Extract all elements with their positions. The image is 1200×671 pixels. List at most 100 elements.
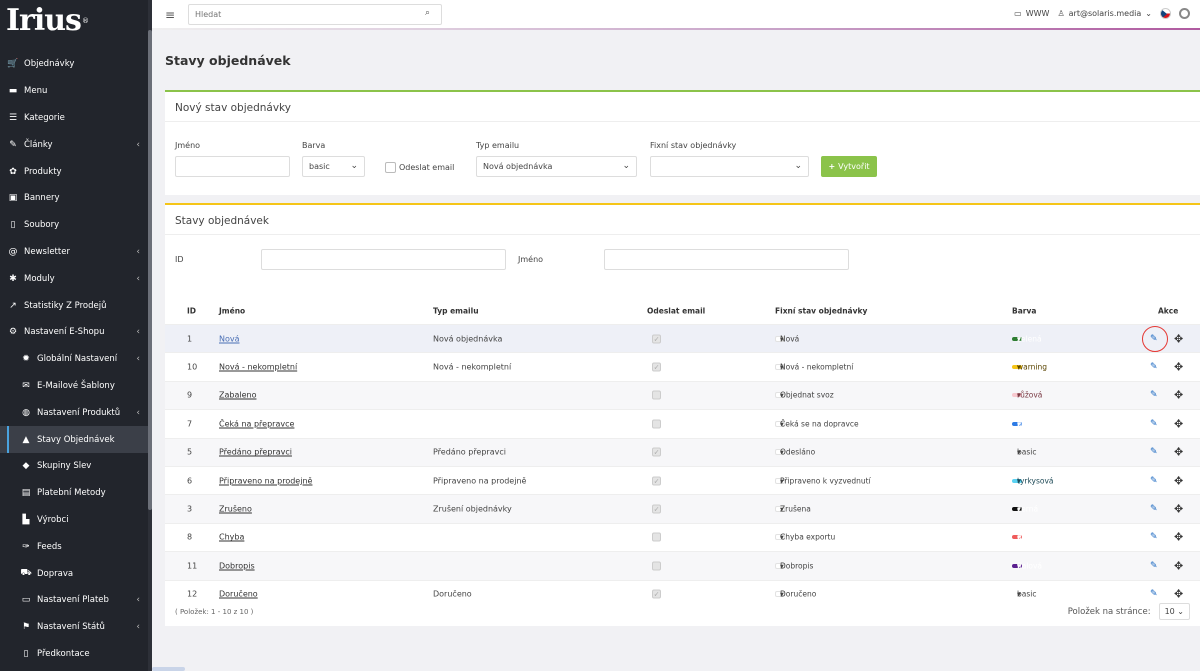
row-name-link[interactable]: Dobropis xyxy=(219,561,255,570)
filter-id-input[interactable] xyxy=(261,249,506,270)
edit-icon[interactable]: ✎ xyxy=(1150,419,1158,429)
sidebar-item[interactable]: 🛒 Objednávky xyxy=(0,51,152,78)
col-email-type[interactable]: Typ emailu xyxy=(433,307,479,316)
sidebar-item[interactable]: ▙ Výrobci xyxy=(0,507,152,534)
edit-icon[interactable]: ✎ xyxy=(1150,390,1158,400)
sidebar-item[interactable]: @ Newsletter ‹ xyxy=(0,239,152,266)
row-fixed-state-dropdown[interactable]: Doručeno ▾ xyxy=(775,590,816,599)
row-color-badge[interactable]: basic ▾ xyxy=(1012,448,1036,457)
row-fixed-state-dropdown[interactable]: Nová ▾ xyxy=(775,334,799,343)
row-fixed-state-dropdown[interactable]: Objednat svoz ▾ xyxy=(775,391,834,400)
sidebar-item[interactable]: ✎ Články ‹ xyxy=(0,131,152,158)
row-send-email-checkbox[interactable] xyxy=(652,419,661,429)
row-fixed-state-dropdown[interactable]: Chyba exportu ▾ xyxy=(775,533,835,542)
edit-icon[interactable]: ✎ xyxy=(1150,589,1158,599)
sidebar-item[interactable]: ▬ Menu xyxy=(0,78,152,105)
sidebar-item[interactable]: ◆ Skupiny Slev xyxy=(0,453,152,480)
sidebar-item[interactable]: ☰ Kategorie xyxy=(0,105,152,132)
row-send-email-checkbox[interactable] xyxy=(652,589,661,599)
col-send-email[interactable]: Odeslat email xyxy=(647,307,705,316)
edit-icon[interactable]: ✎ xyxy=(1150,532,1158,542)
edit-icon[interactable]: ✎ xyxy=(1150,447,1158,457)
settings-icon[interactable] xyxy=(1179,8,1190,19)
row-fixed-state-dropdown[interactable]: Čeká se na dopravce ▾ xyxy=(775,419,859,428)
move-icon[interactable]: ✥ xyxy=(1174,588,1183,601)
col-name[interactable]: Jméno xyxy=(219,307,245,316)
sidebar-item[interactable]: ✿ Produkty xyxy=(0,158,152,185)
move-icon[interactable]: ✥ xyxy=(1174,389,1183,402)
sidebar-item[interactable]: ⚙ Nastavení E-Shopu ‹ xyxy=(0,319,152,346)
edit-icon[interactable]: ✎ xyxy=(1150,561,1158,571)
row-send-email-checkbox[interactable] xyxy=(652,504,661,514)
row-name-link[interactable]: Čeká na přepravce xyxy=(219,419,294,428)
edit-icon[interactable]: ✎ xyxy=(1150,362,1158,372)
move-icon[interactable]: ✥ xyxy=(1174,332,1183,345)
col-fixed-state[interactable]: Fixní stav objednávky xyxy=(775,307,867,316)
send-email-checkbox[interactable] xyxy=(385,162,396,173)
row-send-email-checkbox[interactable] xyxy=(652,362,661,372)
row-color-badge[interactable]: warning ▾ xyxy=(1012,363,1047,372)
row-send-email-checkbox[interactable] xyxy=(652,447,661,457)
sidebar-item[interactable]: ⚑ Nastavení Států ‹ xyxy=(0,614,152,641)
col-id[interactable]: ID xyxy=(187,307,196,316)
row-fixed-state-dropdown[interactable]: Dobropis ▾ xyxy=(775,561,813,570)
logo[interactable]: Irius ® xyxy=(0,0,152,42)
name-input[interactable] xyxy=(175,156,290,177)
row-color-badge[interactable]: zelená ▾ xyxy=(1012,334,1042,343)
row-color-badge[interactable]: danger ▾ xyxy=(1012,533,1044,542)
row-name-link[interactable]: Zabaleno xyxy=(219,391,256,400)
sidebar-item[interactable]: ▲ Stavy Objednávek xyxy=(0,426,152,453)
create-button[interactable]: + Vytvořit xyxy=(821,156,877,177)
row-fixed-state-dropdown[interactable]: Připraveno k vyzvednutí ▾ xyxy=(775,476,871,485)
row-name-link[interactable]: Doručeno xyxy=(219,590,258,599)
row-send-email-checkbox[interactable] xyxy=(652,390,661,400)
row-name-link[interactable]: Připraveno na prodejně xyxy=(219,476,312,485)
row-name-link[interactable]: Předáno přepravci xyxy=(219,448,292,457)
sidebar-item[interactable]: ▭ Nastavení Plateb ‹ xyxy=(0,587,152,614)
www-link[interactable]: ▭ WWW xyxy=(1014,9,1049,18)
language-flag-icon[interactable] xyxy=(1160,8,1171,19)
row-fixed-state-dropdown[interactable]: Nová - nekompletní ▾ xyxy=(775,363,853,372)
color-select[interactable]: basic ⌄ xyxy=(302,156,365,177)
row-color-badge[interactable]: basic ▾ xyxy=(1012,590,1036,599)
search-icon[interactable]: ⌕ xyxy=(425,8,430,18)
row-color-badge[interactable]: růžová ▾ xyxy=(1012,391,1042,400)
sidebar-item[interactable]: ▤ Platební Metody xyxy=(0,480,152,507)
per-page-select[interactable]: 10 ⌄ xyxy=(1158,603,1190,620)
email-type-select[interactable]: Nová objednávka ⌄ xyxy=(476,156,637,177)
row-send-email-checkbox[interactable] xyxy=(652,561,661,571)
sidebar-item[interactable]: ✱ Moduly ‹ xyxy=(0,265,152,292)
sidebar-item[interactable]: ↗ Statistiky Z Prodejů xyxy=(0,292,152,319)
menu-toggle-icon[interactable]: ≡ xyxy=(165,8,175,22)
row-name-link[interactable]: Chyba xyxy=(219,533,244,542)
sidebar-item[interactable]: ◍ Nastavení Produktů ‹ xyxy=(0,399,152,426)
sidebar-item[interactable]: ▯ Předkontace xyxy=(0,641,152,668)
filter-name-input[interactable] xyxy=(604,249,849,270)
move-icon[interactable]: ✥ xyxy=(1174,503,1183,516)
sidebar-item[interactable]: ▣ Bannery xyxy=(0,185,152,212)
col-color[interactable]: Barva xyxy=(1012,307,1036,316)
edit-icon[interactable]: ✎ xyxy=(1150,504,1158,514)
sidebar-item[interactable]: ▯ Soubory xyxy=(0,212,152,239)
row-color-badge[interactable]: fialová ▾ xyxy=(1012,561,1042,570)
row-name-link[interactable]: Nová xyxy=(219,334,240,343)
horizontal-scrollbar[interactable] xyxy=(152,667,185,671)
row-name-link[interactable]: Nová - nekompletní xyxy=(219,363,297,372)
row-send-email-checkbox[interactable] xyxy=(652,334,661,344)
row-color-badge[interactable]: primary ▾ xyxy=(1012,419,1046,428)
sidebar-item[interactable]: ⛟ Doprava xyxy=(0,560,152,587)
fixed-state-select[interactable]: ⌄ xyxy=(650,156,809,177)
row-color-badge[interactable]: černá ▾ xyxy=(1012,505,1038,514)
row-fixed-state-dropdown[interactable]: Zrušena ▾ xyxy=(775,505,811,514)
sidebar-item[interactable]: ✹ Globální Nastavení ‹ xyxy=(0,346,152,373)
row-send-email-checkbox[interactable] xyxy=(652,476,661,486)
search-input[interactable] xyxy=(188,4,442,25)
move-icon[interactable]: ✥ xyxy=(1174,446,1183,459)
sidebar-item[interactable]: ✑ Feeds xyxy=(0,533,152,560)
edit-icon[interactable]: ✎ xyxy=(1142,325,1168,352)
move-icon[interactable]: ✥ xyxy=(1174,361,1183,374)
move-icon[interactable]: ✥ xyxy=(1174,474,1183,487)
row-fixed-state-dropdown[interactable]: Odesláno ▾ xyxy=(775,448,815,457)
edit-icon[interactable]: ✎ xyxy=(1150,476,1158,486)
sidebar-item[interactable]: ✉ E-Mailové Šablony xyxy=(0,373,152,400)
